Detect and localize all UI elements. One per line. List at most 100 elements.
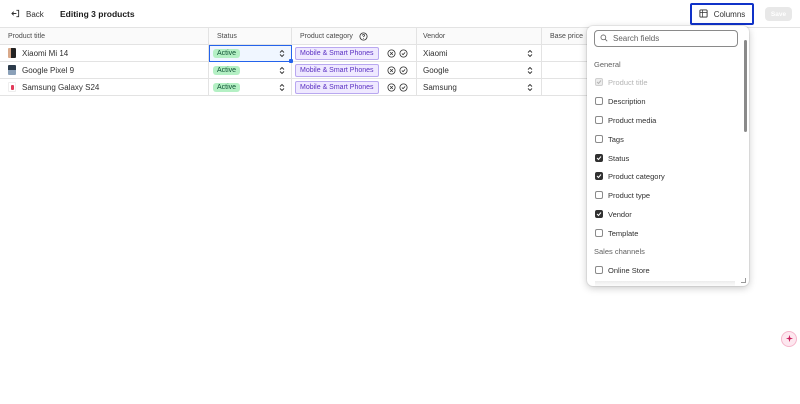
- header-vendor[interactable]: Vendor: [417, 28, 542, 45]
- product-thumbnail: [8, 82, 16, 92]
- option-product-category[interactable]: Product category: [595, 170, 665, 182]
- save-button[interactable]: Save: [765, 7, 792, 21]
- option-tags[interactable]: Tags: [595, 133, 624, 145]
- category-cell[interactable]: Mobile & Smart Phones: [292, 62, 417, 79]
- search-input[interactable]: [613, 34, 733, 43]
- status-cell[interactable]: Active: [209, 79, 292, 96]
- back-label: Back: [26, 9, 44, 19]
- header-product-category-label: Product category: [300, 32, 353, 40]
- select-chevrons-icon: [527, 83, 533, 92]
- select-chevrons-icon: [527, 66, 533, 75]
- checkbox[interactable]: [595, 229, 603, 237]
- option-label: Template: [608, 228, 639, 238]
- header-base-price[interactable]: Base price: [542, 28, 592, 45]
- category-tag: Mobile & Smart Phones: [295, 46, 379, 60]
- select-chevrons-icon: [279, 66, 285, 75]
- confirm-icon[interactable]: [399, 82, 408, 92]
- status-cell[interactable]: Active: [209, 62, 292, 79]
- product-thumbnail: [8, 48, 16, 58]
- status-badge: Active: [213, 48, 241, 58]
- top-bar: Back Editing 3 products Columns Save: [0, 0, 800, 28]
- option-product-title: Product title: [595, 76, 648, 88]
- checkbox[interactable]: [595, 266, 603, 274]
- page-title: Editing 3 products: [60, 9, 135, 19]
- option-label: Product title: [608, 77, 648, 87]
- vendor-value: Google: [423, 65, 449, 75]
- header-product-title[interactable]: Product title: [0, 28, 209, 45]
- vendor-cell[interactable]: Xiaomi: [417, 45, 542, 62]
- category-tag: Mobile & Smart Phones: [295, 63, 379, 77]
- checkbox[interactable]: [595, 135, 603, 143]
- section-sales-channels: Sales channels: [594, 247, 645, 256]
- fill-handle[interactable]: [289, 59, 293, 63]
- product-title-cell[interactable]: Xiaomi Mi 14: [0, 45, 209, 62]
- vendor-cell[interactable]: Samsung: [417, 79, 542, 96]
- option-product-media[interactable]: Product media: [595, 114, 656, 126]
- status-badge: Active: [213, 82, 241, 92]
- product-title: Google Pixel 9: [22, 65, 75, 75]
- option-description[interactable]: Description: [595, 95, 646, 107]
- option-label: Product type: [608, 190, 651, 200]
- search-field[interactable]: [594, 30, 738, 47]
- back-button[interactable]: Back: [11, 8, 44, 20]
- status-cell[interactable]: Active: [209, 45, 292, 62]
- option-label: Product category: [608, 171, 665, 181]
- vendor-value: Samsung: [423, 82, 457, 92]
- product-title: Xiaomi Mi 14: [22, 48, 69, 58]
- option-vendor[interactable]: Vendor: [595, 208, 632, 220]
- checkbox[interactable]: [595, 191, 603, 199]
- assistant-button[interactable]: [781, 331, 797, 347]
- option-label: Description: [608, 96, 646, 106]
- category-cell[interactable]: Mobile & Smart Phones: [292, 79, 417, 96]
- option-product-type[interactable]: Product type: [595, 189, 650, 201]
- category-cell[interactable]: Mobile & Smart Phones: [292, 45, 417, 62]
- option-status[interactable]: Status: [595, 152, 629, 164]
- product-title: Samsung Galaxy S24: [22, 82, 100, 92]
- resize-handle[interactable]: [741, 278, 746, 283]
- select-chevrons-icon: [279, 83, 285, 92]
- option-label: Tags: [608, 134, 624, 144]
- option-label: Status: [608, 153, 630, 163]
- category-tag: Mobile & Smart Phones: [295, 80, 379, 94]
- product-title-cell[interactable]: Google Pixel 9: [0, 62, 209, 79]
- clear-icon[interactable]: [387, 65, 396, 75]
- option-template[interactable]: Template: [595, 227, 638, 239]
- product-thumbnail: [8, 65, 16, 75]
- checkbox[interactable]: [595, 154, 603, 162]
- checkbox[interactable]: [595, 116, 603, 124]
- product-title-cell[interactable]: Samsung Galaxy S24: [0, 79, 209, 96]
- clear-icon[interactable]: [387, 48, 396, 58]
- confirm-icon[interactable]: [399, 48, 408, 58]
- clear-icon[interactable]: [387, 82, 396, 92]
- vendor-value: Xiaomi: [423, 48, 448, 58]
- select-chevrons-icon: [527, 49, 533, 58]
- header-status[interactable]: Status: [209, 28, 292, 45]
- status-badge: Active: [213, 65, 241, 75]
- help-circle-icon[interactable]: [359, 31, 368, 41]
- option-label: Vendor: [608, 209, 632, 219]
- columns-button[interactable]: Columns: [690, 3, 754, 25]
- sparkle-icon: [785, 334, 794, 345]
- columns-label: Columns: [713, 9, 746, 19]
- confirm-icon[interactable]: [399, 65, 408, 75]
- partially-hidden-option: [595, 281, 735, 286]
- option-label: Online Store: [608, 265, 650, 275]
- checkbox[interactable]: [595, 210, 603, 218]
- option-online-store[interactable]: Online Store: [595, 264, 650, 276]
- section-general: General: [594, 60, 621, 69]
- scrollbar-thumb[interactable]: [744, 40, 747, 132]
- exit-arrow-icon: [11, 9, 20, 20]
- vendor-cell[interactable]: Google: [417, 62, 542, 79]
- base-price-cell[interactable]: [542, 79, 592, 96]
- base-price-cell[interactable]: [542, 62, 592, 79]
- checkbox: [595, 78, 603, 86]
- base-price-cell[interactable]: [542, 45, 592, 62]
- header-product-category[interactable]: Product category: [292, 28, 417, 45]
- columns-popover: General Product title Description Produc…: [587, 26, 749, 286]
- checkbox[interactable]: [595, 97, 603, 105]
- checkbox[interactable]: [595, 172, 603, 180]
- select-chevrons-icon: [279, 49, 285, 58]
- search-icon: [600, 34, 608, 44]
- columns-icon: [699, 8, 708, 20]
- option-label: Product media: [608, 115, 657, 125]
